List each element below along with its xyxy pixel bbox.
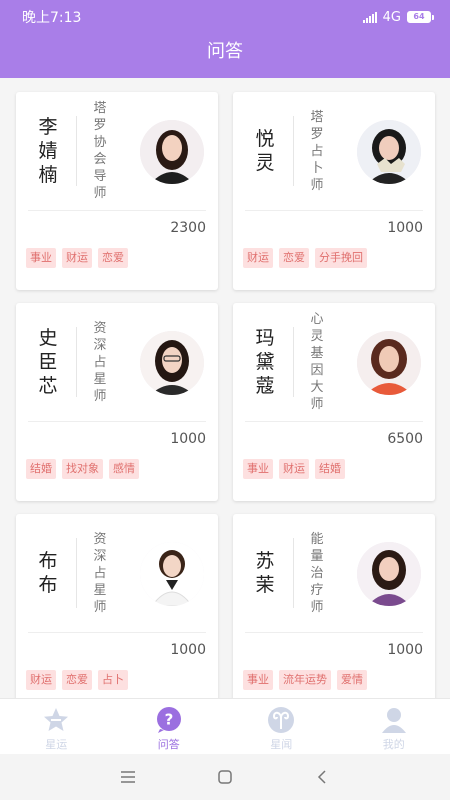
tag: 结婚 bbox=[315, 459, 345, 479]
master-title: 心灵基因大师 bbox=[310, 312, 324, 412]
back-icon[interactable] bbox=[302, 762, 342, 792]
master-title: 资深占星师 bbox=[93, 320, 107, 404]
master-name: 苏茉 bbox=[255, 550, 275, 596]
svg-text:?: ? bbox=[164, 711, 173, 729]
tag: 结婚 bbox=[26, 459, 56, 479]
master-name: 李婧楠 bbox=[38, 116, 58, 186]
tag: 感情 bbox=[109, 459, 139, 479]
tag: 财运 bbox=[243, 248, 273, 268]
battery-level: 64 bbox=[407, 11, 431, 23]
master-card[interactable]: 悦灵 塔罗占卜师 1000 财运 恋爱 分手挽回 bbox=[233, 92, 435, 290]
avatar bbox=[357, 331, 421, 395]
master-title: 资深占星师 bbox=[93, 531, 107, 615]
tag: 财运 bbox=[62, 248, 92, 268]
app-header: 晚上7:13 4G 64 问答 bbox=[0, 0, 450, 78]
tab-label: 星闻 bbox=[270, 738, 293, 751]
master-card[interactable]: 苏茉 能量治疗师 1000 事业 流年运势 爱情 bbox=[233, 514, 435, 698]
bottom-tab-bar: 星运 ? 问答 星闻 我的 bbox=[0, 698, 450, 754]
question-icon: ? bbox=[156, 707, 181, 733]
tag: 恋爱 bbox=[98, 248, 128, 268]
master-title: 塔罗协会导师 bbox=[93, 101, 107, 201]
answer-count: 2300 bbox=[170, 220, 206, 236]
tag: 恋爱 bbox=[62, 670, 92, 690]
status-bar: 晚上7:13 4G 64 bbox=[0, 0, 450, 34]
tag: 事业 bbox=[243, 670, 273, 690]
answer-count: 1000 bbox=[387, 220, 423, 236]
tag: 财运 bbox=[279, 459, 309, 479]
tag: 流年运势 bbox=[279, 670, 331, 690]
answer-count: 1000 bbox=[170, 431, 206, 447]
aries-icon bbox=[268, 707, 295, 733]
status-time: 晚上7:13 bbox=[22, 10, 82, 26]
master-title: 能量治疗师 bbox=[310, 531, 324, 615]
tag: 事业 bbox=[243, 459, 273, 479]
master-card[interactable]: 玛黛蔻 心灵基因大师 6500 事业 财运 结婚 bbox=[233, 303, 435, 501]
tab-mine[interactable]: 我的 bbox=[338, 699, 450, 754]
tag: 恋爱 bbox=[279, 248, 309, 268]
user-icon bbox=[381, 708, 406, 733]
tab-star-news[interactable]: 星闻 bbox=[225, 699, 338, 754]
network-label: 4G bbox=[382, 9, 401, 25]
star-icon bbox=[44, 708, 69, 731]
master-card[interactable]: 布布 资深占星师 1000 财运 恋爱 占卜 bbox=[16, 514, 218, 698]
signal-icon bbox=[362, 11, 377, 23]
system-nav-bar bbox=[0, 754, 450, 800]
avatar bbox=[357, 542, 421, 606]
avatar bbox=[140, 542, 204, 606]
status-indicators: 4G 64 bbox=[362, 9, 434, 25]
home-icon[interactable] bbox=[205, 762, 245, 792]
avatar bbox=[140, 331, 204, 395]
master-name: 玛黛蔻 bbox=[255, 327, 275, 397]
tab-qa[interactable]: ? 问答 bbox=[113, 699, 226, 754]
tag: 找对象 bbox=[62, 459, 103, 479]
master-card[interactable]: 史臣芯 资深占星师 1000 结婚 找对象 感情 bbox=[16, 303, 218, 501]
master-card[interactable]: 李婧楠 塔罗协会导师 2300 事业 财运 恋爱 bbox=[16, 92, 218, 290]
page-title: 问答 bbox=[207, 41, 243, 62]
tab-star-fortune[interactable]: 星运 bbox=[0, 699, 113, 754]
answer-count: 1000 bbox=[387, 642, 423, 658]
avatar bbox=[357, 120, 421, 184]
answer-count: 1000 bbox=[170, 642, 206, 658]
tab-label: 问答 bbox=[157, 738, 180, 751]
avatar bbox=[140, 120, 204, 184]
battery-icon: 64 bbox=[407, 11, 434, 23]
tag: 分手挽回 bbox=[315, 248, 367, 268]
menu-icon[interactable] bbox=[108, 762, 148, 792]
master-name: 史臣芯 bbox=[38, 327, 58, 397]
master-title: 塔罗占卜师 bbox=[310, 109, 324, 193]
answer-count: 6500 bbox=[387, 431, 423, 447]
tag: 财运 bbox=[26, 670, 56, 690]
tag: 爱情 bbox=[337, 670, 367, 690]
tag: 占卜 bbox=[98, 670, 128, 690]
tab-label: 我的 bbox=[382, 738, 405, 751]
master-name: 悦灵 bbox=[255, 128, 275, 174]
master-grid[interactable]: 李婧楠 塔罗协会导师 2300 事业 财运 恋爱 悦灵 塔罗占卜师 1000 财… bbox=[0, 78, 450, 698]
tag: 事业 bbox=[26, 248, 56, 268]
master-name: 布布 bbox=[38, 550, 58, 596]
tab-label: 星运 bbox=[45, 738, 68, 751]
